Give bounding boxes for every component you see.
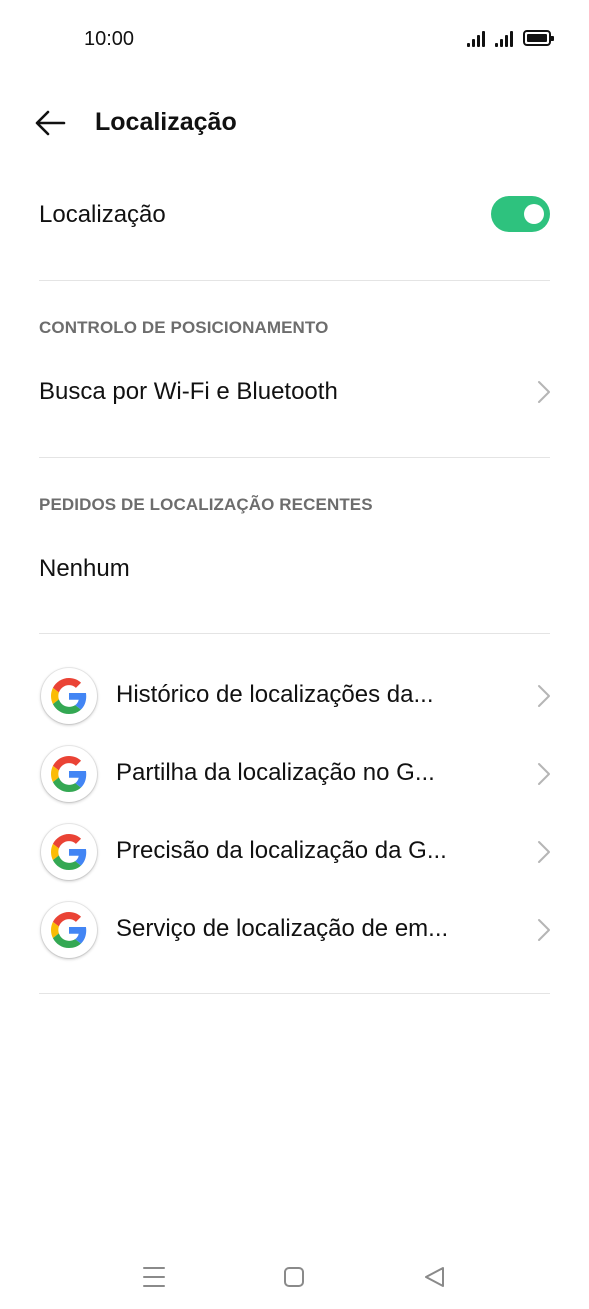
navigation-bar: [0, 1239, 589, 1309]
toggle-knob: [524, 204, 544, 224]
status-icons: [467, 29, 554, 47]
divider: [39, 633, 550, 634]
home-button[interactable]: [274, 1257, 314, 1297]
home-icon: [284, 1267, 304, 1287]
header: Localização: [0, 95, 589, 149]
divider: [39, 993, 550, 994]
recent-requests-empty-text: Nenhum: [39, 555, 130, 582]
google-service-row-location-sharing[interactable]: Partilha da localização no G...: [0, 735, 589, 813]
google-service-label: Precisão da localização da G...: [116, 837, 447, 864]
google-icon: [41, 902, 97, 958]
screen: 10:00 Localização Localização CONTROLO D…: [0, 0, 589, 1309]
battery-icon: [523, 30, 554, 46]
location-toggle-row[interactable]: Localização: [0, 180, 589, 252]
chevron-right-icon: [538, 381, 550, 403]
location-toggle-label: Localização: [39, 201, 166, 228]
chevron-right-icon: [538, 685, 550, 707]
recents-button[interactable]: [134, 1257, 174, 1297]
google-service-row-location-accuracy[interactable]: Precisão da localização da G...: [0, 813, 589, 891]
google-icon: [41, 746, 97, 802]
nav-back-button[interactable]: [414, 1257, 454, 1297]
signal-icon: [495, 29, 513, 47]
status-time: 10:00: [84, 28, 135, 50]
section-header-recent-requests: PEDIDOS DE LOCALIZAÇÃO RECENTES: [39, 495, 373, 514]
chevron-right-icon: [538, 841, 550, 863]
back-triangle-icon: [425, 1267, 444, 1287]
google-icon: [41, 668, 97, 724]
status-bar: 10:00: [0, 0, 589, 78]
google-icon: [41, 824, 97, 880]
divider: [39, 280, 550, 281]
page-title: Localização: [95, 108, 237, 136]
google-service-label: Partilha da localização no G...: [116, 759, 435, 786]
signal-icon: [467, 29, 485, 47]
back-button[interactable]: [30, 103, 70, 143]
wifi-bluetooth-scan-label: Busca por Wi-Fi e Bluetooth: [39, 378, 338, 405]
divider: [39, 457, 550, 458]
google-service-row-emergency-location[interactable]: Serviço de localização de em...: [0, 891, 589, 969]
recent-requests-empty-row: Nenhum: [0, 535, 589, 605]
arrow-left-icon: [35, 110, 66, 136]
google-service-label: Histórico de localizações da...: [116, 681, 434, 708]
section-header-positioning: CONTROLO DE POSICIONAMENTO: [39, 318, 329, 337]
google-service-label: Serviço de localização de em...: [116, 915, 449, 942]
google-service-row-location-history[interactable]: Histórico de localizações da...: [0, 657, 589, 735]
chevron-right-icon: [538, 763, 550, 785]
chevron-right-icon: [538, 919, 550, 941]
wifi-bluetooth-scan-row[interactable]: Busca por Wi-Fi e Bluetooth: [0, 358, 589, 428]
location-toggle-switch[interactable]: [491, 196, 550, 232]
menu-icon: [143, 1267, 165, 1287]
